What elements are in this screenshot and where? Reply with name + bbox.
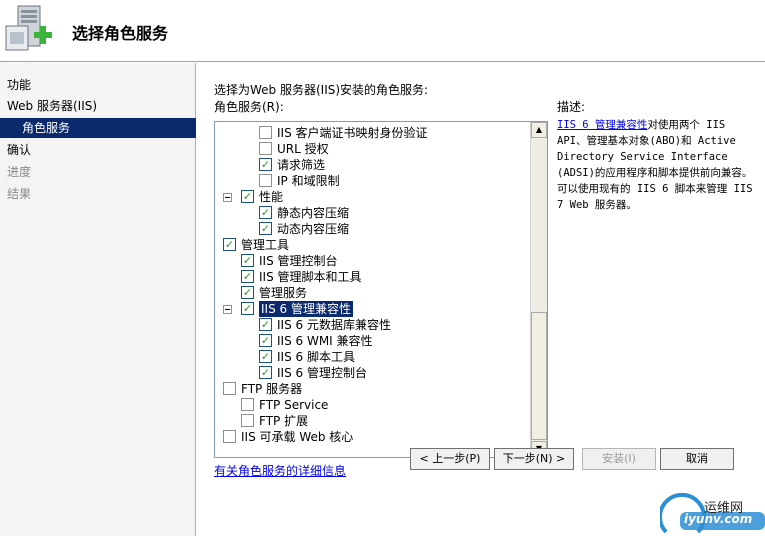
checkbox[interactable] <box>241 398 254 411</box>
tree-item-label: FTP 服务器 <box>241 382 303 396</box>
watermark-text-secondary: iyunv.com <box>684 512 753 526</box>
step-features[interactable]: 功能 <box>0 75 196 95</box>
cancel-button[interactable]: 取消 <box>660 448 734 470</box>
tree-item[interactable]: FTP Service <box>215 397 531 413</box>
checkbox[interactable] <box>241 414 254 427</box>
tree-item-label: IIS 6 管理兼容性 <box>259 301 353 317</box>
tree-item-label: URL 授权 <box>277 142 329 156</box>
checkbox[interactable]: ✓ <box>259 366 272 379</box>
install-button: 安装(I) <box>582 448 656 470</box>
step-web-server[interactable]: Web 服务器(IIS) <box>0 96 196 116</box>
tree-item-label: IIS 可承载 Web 核心 <box>241 430 354 444</box>
checkbox[interactable] <box>223 382 236 395</box>
tree-item[interactable]: IIS 客户端证书映射身份验证 <box>215 125 531 141</box>
checkbox[interactable]: ✓ <box>241 286 254 299</box>
collapse-icon[interactable] <box>223 305 232 314</box>
checkbox[interactable]: ✓ <box>241 190 254 203</box>
tree-item[interactable]: ✓ 管理服务 <box>215 285 531 301</box>
checkbox[interactable]: ✓ <box>259 206 272 219</box>
checkbox[interactable] <box>259 142 272 155</box>
tree-item-label: FTP Service <box>259 398 329 412</box>
tree-item[interactable]: ✓ IIS 6 WMI 兼容性 <box>215 333 531 349</box>
tree-item[interactable]: FTP 服务器 <box>215 381 531 397</box>
tree-item[interactable]: ✓ IIS 6 管理兼容性 <box>215 301 531 317</box>
tree-item[interactable]: ✓ 性能 <box>215 189 531 205</box>
description-text: IIS 6 管理兼容性对使用两个 IIS API、管理基本对象(ABO)和 Ac… <box>557 117 757 213</box>
step-confirmation[interactable]: 确认 <box>0 140 196 160</box>
tree-item-label: IIS 客户端证书映射身份验证 <box>277 126 428 140</box>
checkbox[interactable]: ✓ <box>223 238 236 251</box>
checkbox[interactable] <box>259 174 272 187</box>
tree-item-label: IIS 6 WMI 兼容性 <box>277 334 373 348</box>
server-add-icon <box>5 5 52 51</box>
tree-item[interactable]: ✓ IIS 6 脚本工具 <box>215 349 531 365</box>
checkbox[interactable]: ✓ <box>259 222 272 235</box>
tree-item-label: IIS 6 管理控制台 <box>277 366 367 380</box>
tree-item[interactable]: ✓ 静态内容压缩 <box>215 205 531 221</box>
tree-item[interactable]: ✓ 动态内容压缩 <box>215 221 531 237</box>
tree-item[interactable]: FTP 扩展 <box>215 413 531 429</box>
tree-item[interactable]: ✓ IIS 管理控制台 <box>215 253 531 269</box>
step-role-services[interactable]: 角色服务 <box>0 118 196 138</box>
description-body: 对使用两个 IIS API、管理基本对象(ABO)和 Active Direct… <box>557 119 753 211</box>
tree-item-label: 请求筛选 <box>277 158 326 172</box>
wizard-header: 选择角色服务 <box>0 0 765 62</box>
checkbox[interactable] <box>259 126 272 139</box>
checkbox[interactable]: ✓ <box>259 334 272 347</box>
previous-button[interactable]: < 上一步(P) <box>410 448 490 470</box>
checkbox[interactable]: ✓ <box>241 254 254 267</box>
tree-item-label: IIS 管理控制台 <box>259 254 338 268</box>
scroll-up-button[interactable]: ▲ <box>531 122 547 138</box>
tree-item[interactable]: ✓ 请求筛选 <box>215 157 531 173</box>
checkbox[interactable]: ✓ <box>241 302 254 315</box>
tree-item-label: 动态内容压缩 <box>277 222 350 236</box>
checkbox[interactable] <box>223 430 236 443</box>
tree-item[interactable]: ✓ IIS 6 管理控制台 <box>215 365 531 381</box>
tree-item[interactable]: IP 和域限制 <box>215 173 531 189</box>
wizard-steps-sidebar: 功能 Web 服务器(IIS) 角色服务 确认 进度 结果 <box>0 63 196 536</box>
intro-text: 选择为Web 服务器(IIS)安装的角色服务: <box>214 83 429 97</box>
checkbox[interactable]: ✓ <box>259 158 272 171</box>
tree-item-label: IP 和域限制 <box>277 174 340 188</box>
tree-item-label: 静态内容压缩 <box>277 206 350 220</box>
tree-item-label: IIS 6 脚本工具 <box>277 350 355 364</box>
role-services-label: 角色服务(R): <box>214 100 284 114</box>
tree-item-label: IIS 管理脚本和工具 <box>259 270 362 284</box>
role-services-tree[interactable]: IIS 客户端证书映射身份验证 URL 授权 ✓ 请求筛选 IP 和域限制 ✓ 性能 ✓ 静态内… <box>214 121 548 458</box>
tree-item-label: 性能 <box>259 190 284 204</box>
collapse-icon[interactable] <box>223 193 232 202</box>
tree-item[interactable]: URL 授权 <box>215 141 531 157</box>
description-label: 描述: <box>557 100 586 114</box>
checkbox[interactable]: ✓ <box>259 318 272 331</box>
tree-item[interactable]: IIS 可承载 Web 核心 <box>215 429 531 445</box>
step-progress: 进度 <box>7 165 32 179</box>
tree-item[interactable]: ✓ IIS 管理脚本和工具 <box>215 269 531 285</box>
page-title: 选择角色服务 <box>72 24 169 43</box>
tree-item-label: FTP 扩展 <box>259 414 309 428</box>
tree-scrollbar[interactable]: ▲ ▼ <box>530 122 547 457</box>
tree-item-label: 管理工具 <box>241 238 290 252</box>
tree-item[interactable]: ✓ IIS 6 元数据库兼容性 <box>215 317 531 333</box>
tree-item[interactable]: ✓ 管理工具 <box>215 237 531 253</box>
checkbox[interactable]: ✓ <box>241 270 254 283</box>
more-info-link[interactable]: 有关角色服务的详细信息 <box>214 462 346 479</box>
tree-item-label: IIS 6 元数据库兼容性 <box>277 318 391 332</box>
description-link[interactable]: IIS 6 管理兼容性 <box>557 119 647 131</box>
scroll-thumb[interactable] <box>531 312 547 440</box>
tree-item-label: 管理服务 <box>259 286 308 300</box>
next-button[interactable]: 下一步(N) > <box>494 448 574 470</box>
step-results: 结果 <box>7 187 32 201</box>
checkbox[interactable]: ✓ <box>259 350 272 363</box>
